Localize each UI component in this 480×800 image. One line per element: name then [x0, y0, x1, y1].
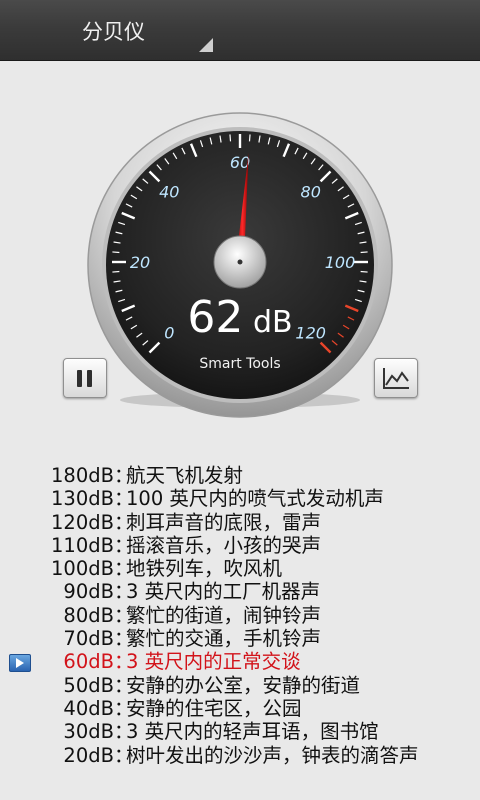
scale-label: 80	[301, 182, 321, 201]
level-value: 120dB	[51, 510, 114, 534]
level-value: 100dB	[51, 557, 114, 581]
scale-label: 100	[325, 253, 356, 272]
line-graph-icon	[383, 368, 409, 389]
level-value: 110dB	[51, 533, 114, 557]
level-value: 70dB	[63, 627, 114, 651]
app-title: 分贝仪	[82, 20, 145, 44]
reference-list: 180dB：航天飞机发射 130dB： 100 英尺内的喷气式发动机声 120dB：刺…	[0, 464, 480, 767]
reference-row: 90dB： 3 英尺内的工厂机器声	[0, 580, 480, 603]
reference-row: 120dB：刺耳声音的底限，雷声	[0, 511, 480, 534]
sound-meter-gauge: 020406080100120 62 dB Smart Tools	[87, 112, 393, 418]
level-value: 30dB	[63, 720, 114, 744]
menu-corner-icon[interactable]	[199, 38, 213, 52]
level-value: 80dB	[63, 603, 114, 627]
scale-tick	[360, 251, 368, 254]
reference-row: 130dB： 100 英尺内的喷气式发动机声	[0, 487, 480, 510]
level-value: 180dB	[51, 464, 114, 487]
scale-tick	[360, 270, 368, 273]
level-description: 3 英尺内的工厂机器声	[126, 580, 321, 604]
reference-row: 40dB：安静的住宅区，公园	[0, 697, 480, 720]
reference-row: 180dB：航天飞机发射	[0, 464, 480, 487]
level-value: 50dB	[63, 673, 114, 697]
pause-button[interactable]	[63, 358, 107, 398]
graph-button[interactable]	[374, 358, 418, 398]
scale-label: 0	[164, 324, 174, 343]
title-bar: 分贝仪	[0, 0, 480, 61]
level-description: 安静的住宅区，公园	[126, 696, 302, 720]
level-value: 90dB	[63, 580, 114, 604]
level-description: 100 英尺内的喷气式发动机声	[126, 487, 384, 511]
level-value: 40dB	[63, 696, 114, 720]
scale-tick	[248, 134, 251, 142]
scale-label: 120	[295, 324, 326, 343]
reference-row: 50dB：安静的办公室，安静的街道	[0, 674, 480, 697]
reference-row: 100dB：地铁列车，吹风机	[0, 557, 480, 580]
reference-row: 70dB：繁忙的交通，手机铃声	[0, 627, 480, 650]
brand-label: Smart Tools	[199, 356, 280, 372]
reference-row: 60dB： 3 英尺内的正常交谈	[0, 650, 480, 673]
level-description: 刺耳声音的底限，雷声	[126, 510, 322, 534]
reference-row: 30dB： 3 英尺内的轻声耳语，图书馆	[0, 720, 480, 743]
reference-row: 20dB：树叶发出的沙沙声，钟表的滴答声	[0, 744, 480, 767]
level-value: 130dB	[51, 487, 114, 511]
scale-label: 20	[130, 253, 150, 272]
scale-tick	[112, 270, 120, 273]
scale-tick	[229, 134, 232, 142]
level-description: 航天飞机发射	[126, 464, 244, 487]
reference-row: 110dB：摇滚音乐，小孩的哭声	[0, 534, 480, 557]
level-description: 地铁列车，吹风机	[126, 557, 283, 581]
scale-label: 40	[159, 182, 179, 201]
level-description: 3 英尺内的正常交谈	[126, 650, 301, 674]
reference-row: 80dB：繁忙的街道，闹钟铃声	[0, 604, 480, 627]
level-description: 3 英尺内的轻声耳语，图书馆	[126, 720, 379, 744]
scale-tick	[112, 251, 120, 254]
level-description: 繁忙的交通，手机铃声	[126, 627, 322, 651]
level-value: 20dB	[63, 743, 114, 767]
level-description: 摇滚音乐，小孩的哭声	[126, 533, 322, 557]
level-description: 树叶发出的沙沙声，钟表的滴答声	[126, 743, 419, 767]
level-description: 繁忙的街道，闹钟铃声	[126, 603, 322, 627]
level-value: 60dB	[63, 650, 114, 674]
level-description: 安静的办公室，安静的街道	[126, 673, 361, 697]
